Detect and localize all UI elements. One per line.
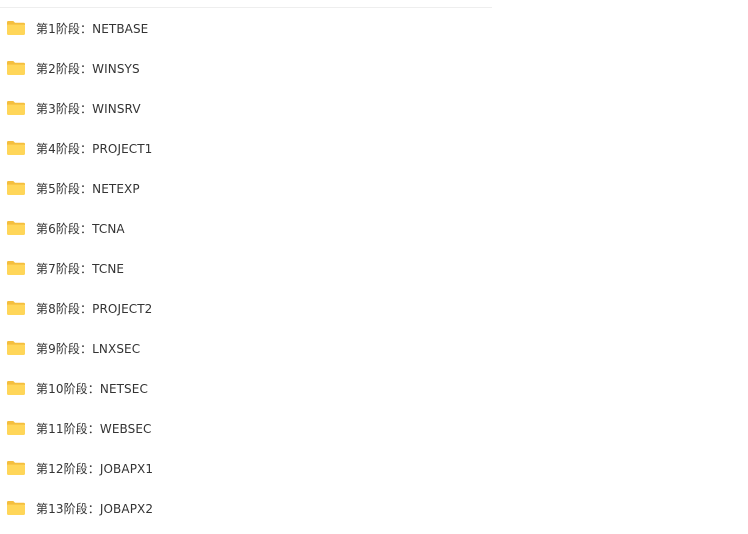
folder-name: 第5阶段：NETEXP	[36, 181, 140, 196]
folder-item-11[interactable]: 第11阶段：WEBSEC	[0, 408, 492, 448]
folder-item-7[interactable]: 第7阶段：TCNE	[0, 248, 492, 288]
folder-item-10[interactable]: 第10阶段：NETSEC	[0, 368, 492, 408]
folder-icon	[6, 220, 26, 236]
folder-name: 第11阶段：WEBSEC	[36, 421, 152, 436]
folder-icon	[6, 340, 26, 356]
folder-icon	[6, 300, 26, 316]
folder-icon	[6, 20, 26, 36]
folder-item-12[interactable]: 第12阶段：JOBAPX1	[0, 448, 492, 488]
folder-icon	[6, 460, 26, 476]
folder-icon	[6, 100, 26, 116]
folder-item-4[interactable]: 第4阶段：PROJECT1	[0, 128, 492, 168]
folder-name: 第9阶段：LNXSEC	[36, 341, 141, 356]
folder-icon	[6, 500, 26, 516]
folder-item-3[interactable]: 第3阶段：WINSRV	[0, 88, 492, 128]
folder-item-2[interactable]: 第2阶段：WINSYS	[0, 48, 492, 88]
folder-item-1[interactable]: 第1阶段：NETBASE	[0, 8, 492, 48]
folder-name: 第2阶段：WINSYS	[36, 61, 140, 76]
folder-icon	[6, 180, 26, 196]
folder-item-5[interactable]: 第5阶段：NETEXP	[0, 168, 492, 208]
folder-name: 第3阶段：WINSRV	[36, 101, 141, 116]
folder-icon	[6, 420, 26, 436]
folder-name: 第8阶段：PROJECT2	[36, 301, 153, 316]
folder-icon	[6, 140, 26, 156]
folder-item-6[interactable]: 第6阶段：TCNA	[0, 208, 492, 248]
folder-name: 第12阶段：JOBAPX1	[36, 461, 154, 476]
folder-icon	[6, 260, 26, 276]
folder-icon	[6, 60, 26, 76]
folder-name: 第10阶段：NETSEC	[36, 381, 148, 396]
folder-item-8[interactable]: 第8阶段：PROJECT2	[0, 288, 492, 328]
folder-list: 第1阶段：NETBASE 第2阶段：WINSYS 第3阶段：WINSRV 第4阶…	[0, 8, 492, 528]
folder-item-9[interactable]: 第9阶段：LNXSEC	[0, 328, 492, 368]
folder-name: 第7阶段：TCNE	[36, 261, 125, 276]
folder-name: 第13阶段：JOBAPX2	[36, 501, 154, 516]
folder-name: 第1阶段：NETBASE	[36, 21, 149, 36]
folder-name: 第4阶段：PROJECT1	[36, 141, 153, 156]
folder-icon	[6, 380, 26, 396]
folder-name: 第6阶段：TCNA	[36, 221, 125, 236]
folder-item-13[interactable]: 第13阶段：JOBAPX2	[0, 488, 492, 528]
